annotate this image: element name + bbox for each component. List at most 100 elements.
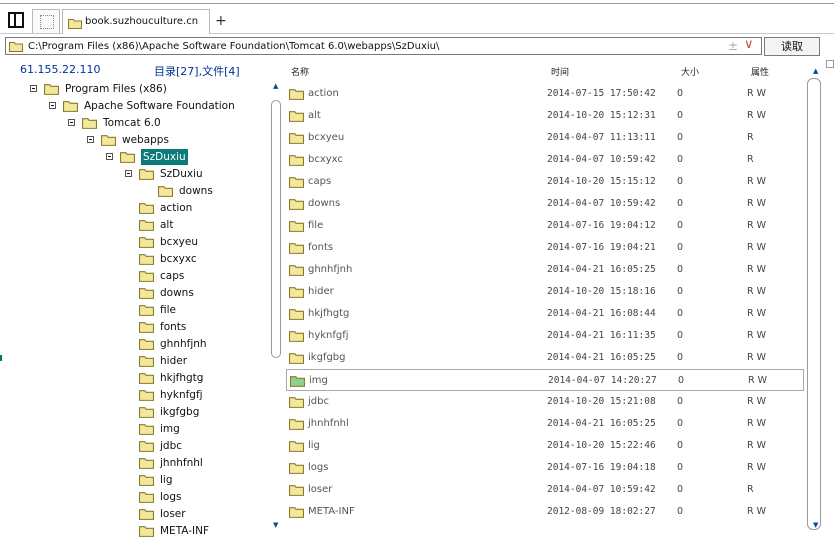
tree-item-label: jhnhfnhl (160, 457, 203, 469)
plus-minus-icon[interactable]: ± (728, 39, 738, 53)
collapse-toggle-icon[interactable] (106, 153, 113, 160)
file-row[interactable]: img 2014-04-07 14:20:27 0 R W (286, 369, 804, 391)
file-row[interactable]: ikgfgbg 2014-04-21 16:05:25 0 R W (286, 347, 804, 369)
collapse-toggle-icon[interactable] (87, 136, 94, 143)
file-row[interactable]: hkjfhgtg 2014-04-21 16:08:44 0 R W (286, 303, 804, 325)
folder-icon (9, 42, 23, 52)
tree-item-label: jdbc (160, 440, 183, 452)
tree-item[interactable]: Apache Software Foundation (0, 98, 270, 114)
file-row[interactable]: alt 2014-10-20 15:12:31 0 R W (286, 105, 804, 127)
tree-item[interactable]: file (0, 302, 270, 318)
tree-item[interactable]: bcxyeu (0, 234, 270, 250)
file-time: 2014-04-21 16:05:25 (547, 418, 656, 429)
tree-item[interactable]: ghnhfjnh (0, 336, 270, 352)
folder-icon (139, 492, 154, 503)
collapse-toggle-icon[interactable] (125, 170, 132, 177)
folder-icon (289, 331, 304, 342)
file-size: 0 (677, 220, 684, 231)
chevron-down-icon[interactable]: ∨ (744, 37, 754, 52)
file-row[interactable]: caps 2014-10-20 15:15:12 0 R W (286, 171, 804, 193)
file-time: 2014-07-15 17:50:42 (547, 88, 656, 99)
file-name: downs (308, 198, 341, 209)
tree-scroll-down-icon[interactable]: ▼ (273, 521, 278, 529)
tree-scrollbar-thumb[interactable] (271, 100, 281, 358)
file-size: 0 (677, 88, 684, 99)
collapse-toggle-icon[interactable] (68, 119, 75, 126)
folder-icon (139, 441, 154, 452)
tab-active[interactable]: book.suzhouculture.cn (62, 9, 210, 34)
tree-item[interactable]: jdbc (0, 438, 270, 454)
tree-item[interactable]: hider (0, 353, 270, 369)
folder-icon (139, 475, 154, 486)
file-name: action (308, 88, 339, 99)
panel-toggle-icon[interactable] (826, 60, 834, 68)
tree-item[interactable]: hkjfhgtg (0, 370, 270, 386)
file-size: 0 (677, 440, 684, 451)
file-row[interactable]: ghnhfjnh 2014-04-21 16:05:25 0 R W (286, 259, 804, 281)
folder-icon (139, 373, 154, 384)
blank-tab[interactable] (32, 9, 60, 33)
file-row[interactable]: bcxyeu 2014-04-07 11:13:11 0 R (286, 127, 804, 149)
folder-icon (139, 305, 154, 316)
column-header-name[interactable]: 名称 (291, 65, 309, 78)
tree-item[interactable]: Tomcat 6.0 (0, 115, 270, 131)
tree-item[interactable]: SzDuxiu (0, 149, 270, 165)
tree-item[interactable]: caps (0, 268, 270, 284)
file-row[interactable]: file 2014-07-16 19:04:12 0 R W (286, 215, 804, 237)
tree-item[interactable]: fonts (0, 319, 270, 335)
collapse-toggle-icon[interactable] (30, 85, 37, 92)
file-name: fonts (308, 242, 334, 253)
tree-item[interactable]: jhnhfnhl (0, 455, 270, 471)
file-row[interactable]: logs 2014-07-16 19:04:18 0 R W (286, 457, 804, 479)
file-row[interactable]: fonts 2014-07-16 19:04:21 0 R W (286, 237, 804, 259)
file-row[interactable]: loser 2014-04-07 10:59:42 0 R (286, 479, 804, 501)
folder-icon (289, 243, 304, 254)
tree-item-label: lig (160, 474, 173, 486)
tree-item[interactable]: lig (0, 472, 270, 488)
sidebar-toggle-icon[interactable] (8, 12, 24, 28)
file-size: 0 (677, 506, 684, 517)
tree-item[interactable]: downs (0, 183, 270, 199)
column-header-size[interactable]: 大小 (681, 65, 699, 78)
file-attr: R (747, 154, 754, 165)
file-row[interactable]: hider 2014-10-20 15:18:16 0 R W (286, 281, 804, 303)
file-row[interactable]: bcxyxc 2014-04-07 10:59:42 0 R (286, 149, 804, 171)
tree-item[interactable]: img (0, 421, 270, 437)
file-size: 0 (677, 198, 684, 209)
file-row[interactable]: jdbc 2014-10-20 15:21:08 0 R W (286, 391, 804, 413)
file-row[interactable]: META-INF 2012-08-09 18:02:27 0 R W (286, 501, 804, 523)
column-header-time[interactable]: 时间 (551, 65, 569, 78)
tree-item[interactable]: hyknfgfj (0, 387, 270, 403)
file-row[interactable]: lig 2014-10-20 15:22:46 0 R W (286, 435, 804, 457)
tree-item[interactable]: webapps (0, 132, 270, 148)
list-scroll-down-icon[interactable]: ▼ (813, 521, 818, 529)
tree-scroll-up-icon[interactable]: ▲ (273, 82, 278, 90)
file-name: META-INF (308, 506, 355, 517)
collapse-toggle-icon[interactable] (49, 102, 56, 109)
file-row[interactable]: action 2014-07-15 17:50:42 0 R W (286, 83, 804, 105)
tree-item[interactable]: META-INF (0, 523, 270, 539)
tree-item[interactable]: Program Files (x86) (0, 81, 270, 97)
file-name: bcxyxc (308, 154, 343, 165)
tree-item[interactable]: logs (0, 489, 270, 505)
file-row[interactable]: jhnhfnhl 2014-04-21 16:05:25 0 R W (286, 413, 804, 435)
file-name: hkjfhgtg (308, 308, 350, 319)
column-header-attr[interactable]: 属性 (751, 65, 769, 78)
path-input[interactable]: C:\Program Files (x86)\Apache Software F… (5, 37, 762, 55)
tree-item[interactable]: SzDuxiu (0, 166, 270, 182)
tree-item[interactable]: downs (0, 285, 270, 301)
server-ip: 61.155.22.110 (20, 63, 101, 76)
file-size: 0 (677, 418, 684, 429)
read-button[interactable]: 读取 (764, 37, 820, 56)
list-scrollbar-thumb[interactable] (807, 78, 821, 530)
list-scroll-up-icon[interactable]: ▲ (813, 67, 818, 75)
tree-item[interactable]: alt (0, 217, 270, 233)
tree-item[interactable]: loser (0, 506, 270, 522)
new-tab-button[interactable]: + (215, 13, 227, 29)
tree-item[interactable]: action (0, 200, 270, 216)
tree-item[interactable]: bcxyxc (0, 251, 270, 267)
file-row[interactable]: downs 2014-04-07 10:59:42 0 R W (286, 193, 804, 215)
folder-icon (139, 356, 154, 367)
tree-item[interactable]: ikgfgbg (0, 404, 270, 420)
file-row[interactable]: hyknfgfj 2014-04-21 16:11:35 0 R W (286, 325, 804, 347)
